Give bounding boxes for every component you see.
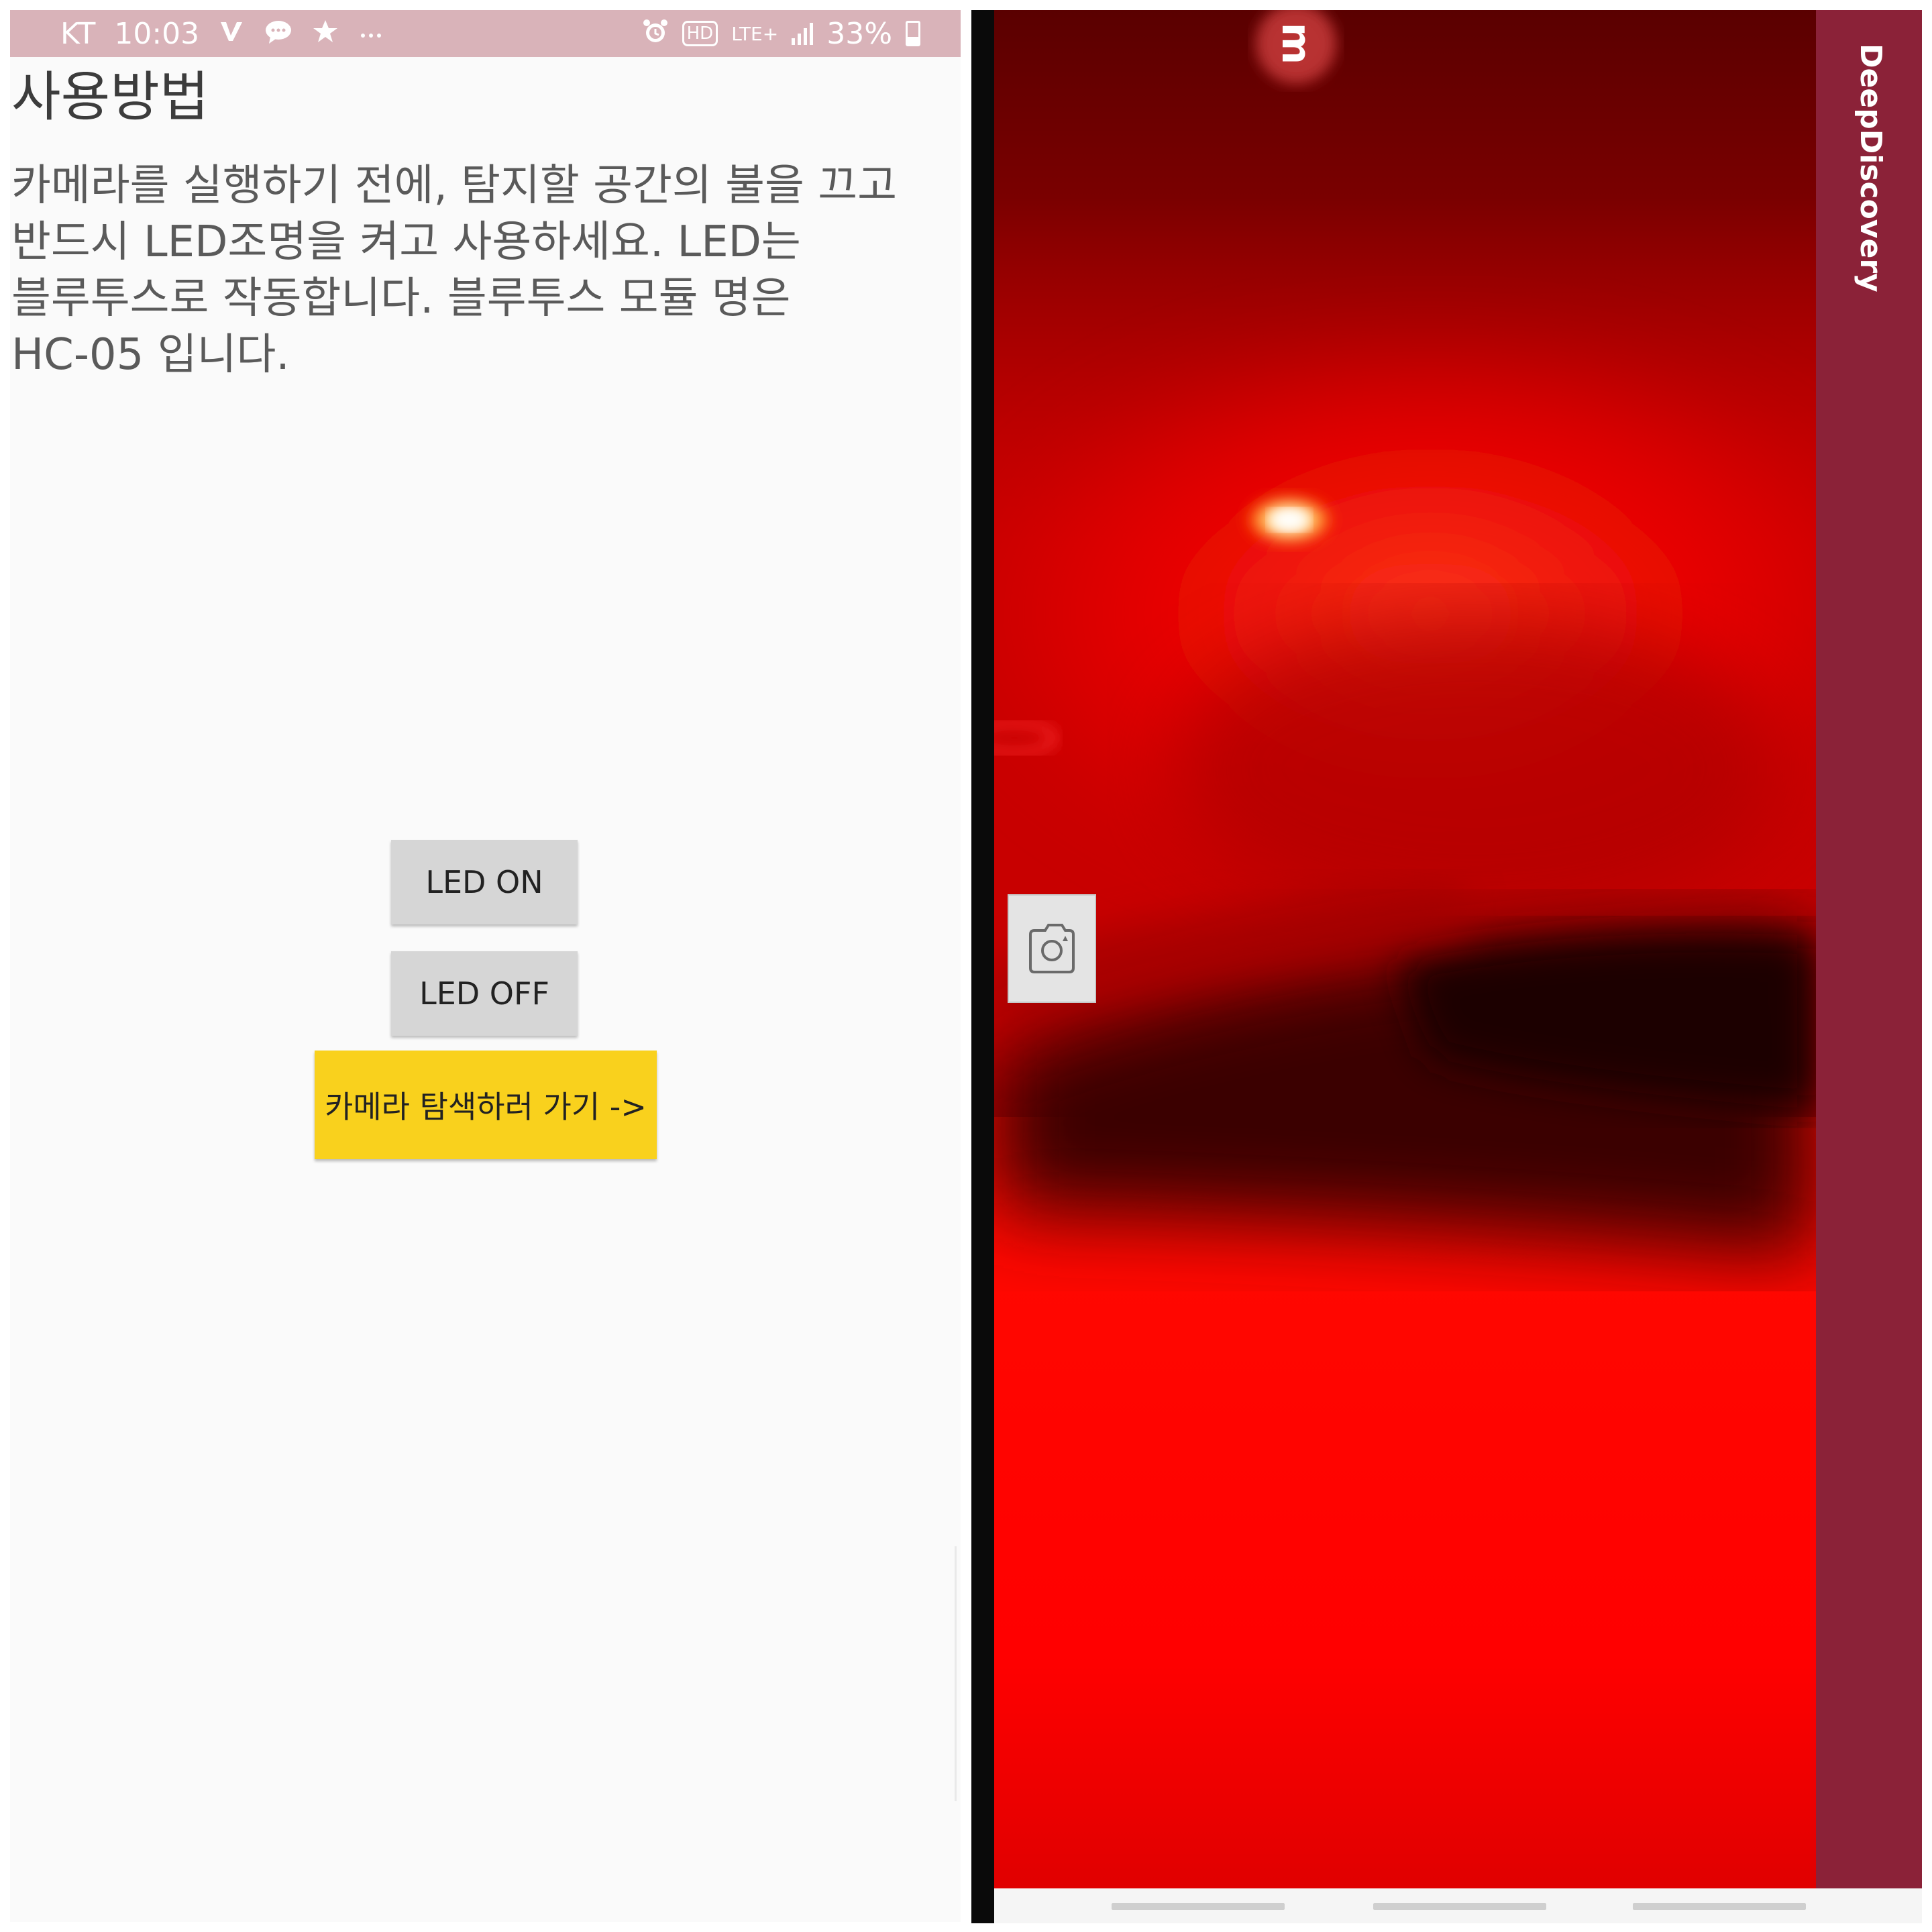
battery-icon — [906, 21, 920, 46]
instruction-line: 카메라를 실행하기 전에, 탐지할 공간의 불을 끄고 — [11, 161, 898, 211]
hd-icon: HD — [682, 21, 718, 46]
instruction-line: 반드시 LED조명을 켜고 사용하세요. LED는 — [11, 217, 801, 267]
go-to-camera-button[interactable]: 카메라 탐색하러 가기 -> — [315, 1051, 657, 1159]
signal-icon — [792, 22, 814, 45]
screenshot-composite: KT 10:03 HD LTE+ 33% 사용방법 카메라를 실행하기 전에, … — [0, 0, 1932, 1932]
svg-text:m: m — [1273, 23, 1320, 65]
divider — [971, 10, 994, 1923]
battery-percent: 33% — [826, 16, 892, 51]
alarm-icon — [642, 18, 669, 50]
status-right: HD LTE+ 33% — [642, 10, 920, 57]
app-title: DeepDiscovery — [1854, 44, 1888, 292]
star-icon — [312, 18, 339, 50]
scroll-edge-line — [955, 1546, 957, 1801]
status-left: KT 10:03 — [60, 10, 384, 57]
nav-back-handle[interactable] — [1633, 1903, 1806, 1910]
camera-screen: m DeepDiscovery — [994, 10, 1922, 1923]
camera-preview: m — [994, 10, 1816, 1888]
v-app-icon — [218, 18, 245, 50]
led-on-button[interactable]: LED ON — [391, 840, 578, 924]
instruction-line: 블루투스로 작동합니다. 블루투스 모듈 명은 — [11, 274, 791, 323]
clock: 10:03 — [114, 16, 200, 51]
carrier-label: KT — [60, 16, 96, 51]
chat-icon — [264, 18, 293, 50]
app-bar: DeepDiscovery — [1816, 10, 1922, 1888]
nav-home-handle[interactable] — [1373, 1903, 1546, 1910]
page-title: 사용방법 — [11, 66, 209, 128]
status-bar: KT 10:03 HD LTE+ 33% — [10, 10, 961, 57]
navigation-bar — [994, 1888, 1922, 1923]
more-icon — [358, 20, 384, 47]
capture-button[interactable] — [1008, 894, 1096, 1003]
instructions-screen: KT 10:03 HD LTE+ 33% 사용방법 카메라를 실행하기 전에, … — [10, 10, 961, 1922]
lte-icon: LTE+ — [731, 22, 779, 45]
led-off-button[interactable]: LED OFF — [391, 951, 578, 1036]
nav-recent-handle[interactable] — [1112, 1903, 1285, 1910]
instructions-text: 카메라를 실행하기 전에, 탐지할 공간의 불을 끄고 반드시 LED조명을 켜… — [11, 158, 957, 383]
camera-switch-icon — [1025, 917, 1079, 980]
instruction-line: HC-05 입니다. — [11, 330, 290, 380]
